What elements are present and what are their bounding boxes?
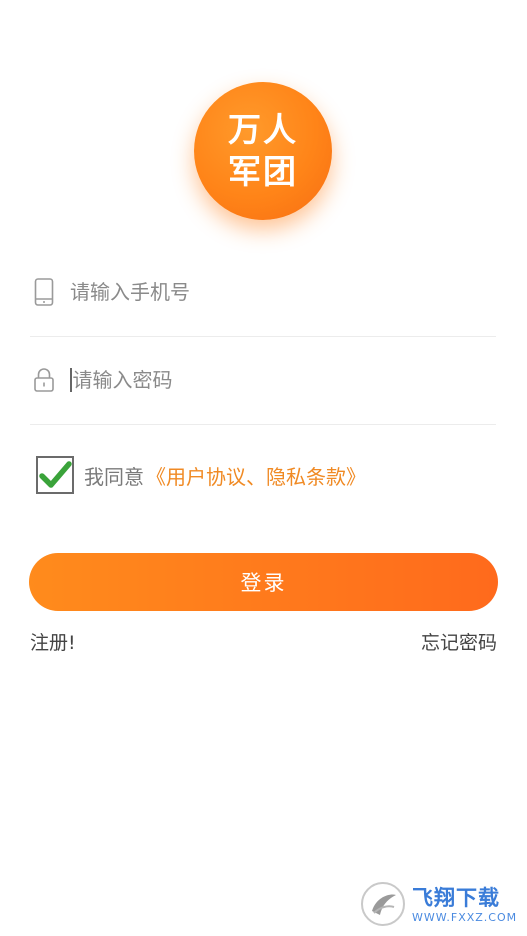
password-input[interactable] — [72, 368, 453, 392]
text-cursor — [70, 368, 72, 392]
agreement-row: 我同意 《用户协议、隐私条款》 — [36, 453, 366, 497]
watermark-title: 飞翔下载 — [412, 885, 500, 910]
app-logo: 万人 军团 — [194, 82, 332, 220]
login-button[interactable]: 登录 — [29, 553, 498, 611]
logo-line-1: 万人 — [228, 110, 298, 149]
phone-icon — [32, 277, 56, 307]
agreement-checkbox[interactable] — [36, 456, 74, 494]
logo-line-2: 军团 — [228, 152, 298, 191]
agreement-link[interactable]: 《用户协议、隐私条款》 — [146, 461, 366, 490]
watermark-url: WWW.FXXZ.COM — [412, 910, 518, 924]
phone-field[interactable] — [30, 248, 496, 337]
phone-input[interactable] — [70, 280, 450, 304]
register-link[interactable]: 注册! — [30, 628, 76, 655]
checkmark-icon — [39, 461, 72, 488]
lock-icon — [32, 365, 56, 395]
watermark-logo-icon — [361, 882, 405, 926]
forgot-password-link[interactable]: 忘记密码 — [421, 628, 497, 655]
agreement-text: 我同意 — [84, 464, 144, 489]
password-field[interactable] — [30, 336, 496, 425]
watermark: 飞翔下载 WWW.FXXZ.COM — [360, 876, 517, 932]
